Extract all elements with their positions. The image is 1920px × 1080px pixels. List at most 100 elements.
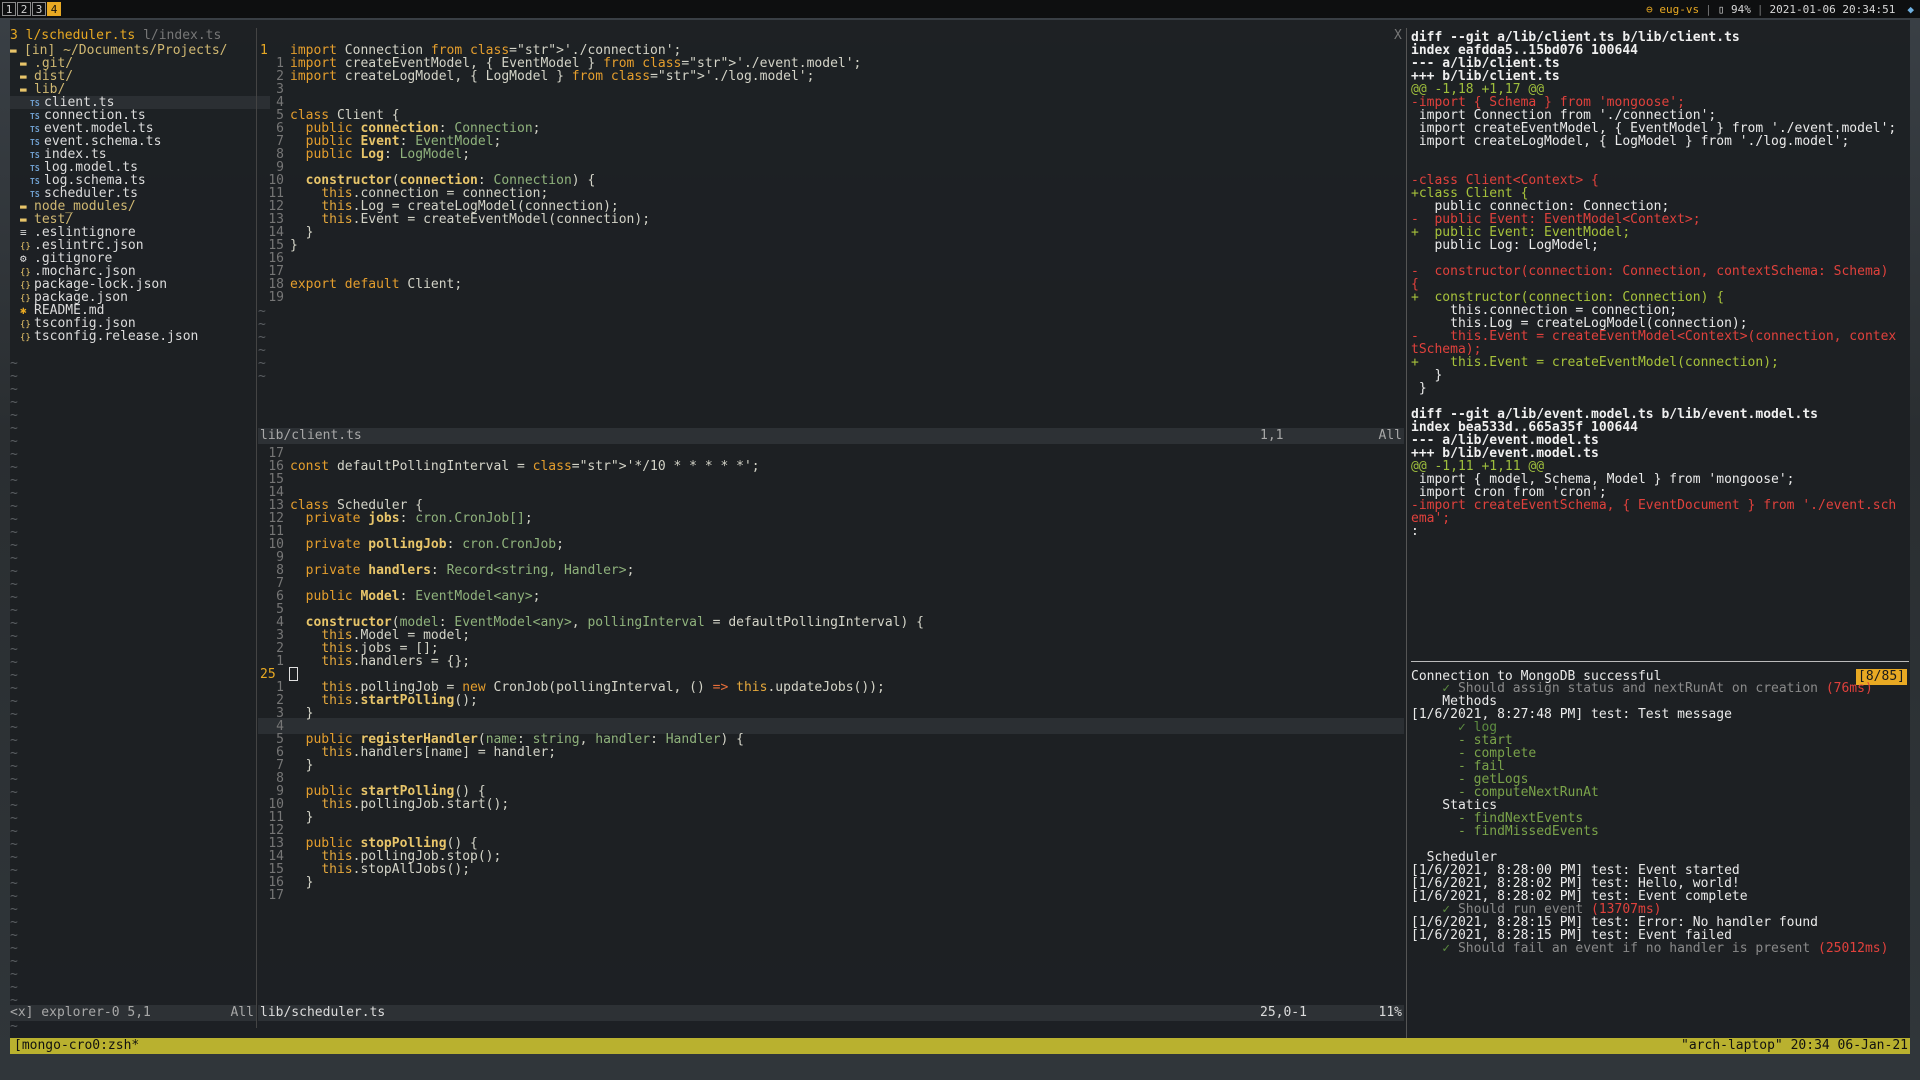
code-line[interactable]: 17 bbox=[258, 889, 290, 902]
code-line[interactable]: 3 } bbox=[258, 707, 313, 720]
code-line[interactable]: 3 bbox=[258, 83, 290, 96]
workspace-switcher: 1234 bbox=[1, 2, 61, 16]
code-line[interactable]: 7 } bbox=[258, 759, 313, 772]
test-duration: (25012ms) bbox=[1818, 941, 1889, 956]
code-text: } bbox=[290, 810, 314, 825]
code-text: this.startPolling(); bbox=[321, 693, 478, 708]
diff-line: } bbox=[1411, 381, 1427, 396]
text-file-icon: ≡ bbox=[20, 226, 27, 239]
code-text: private handlers: Record<string, Handler… bbox=[305, 563, 635, 578]
folder-open-icon: ▬ bbox=[10, 44, 17, 57]
tray-icon[interactable]: ◆ bbox=[1901, 3, 1920, 16]
code-text: } bbox=[290, 238, 298, 253]
workspace-1[interactable]: 1 bbox=[2, 2, 16, 16]
code-text: public Log: LogModel; bbox=[305, 147, 471, 162]
test-line-text: - findMissedEvents bbox=[1411, 824, 1599, 839]
file-explorer[interactable]: ▬ [in] ~/Documents/Projects/▬ .git/▬ dist/▬… bbox=[10, 28, 270, 1034]
test-name: Should fail an event if no handler is pr… bbox=[1450, 941, 1818, 956]
code-text: this.pollingJob.start(); bbox=[321, 797, 510, 812]
code-text: this.Event = createEventModel(connection… bbox=[321, 212, 651, 227]
diff-line: - this.Event = createEventModel<Context>… bbox=[1411, 329, 1897, 344]
top-status-bar: 1234 ⊖ eug-vs | ▯ 94% | 2021-01-06 20:34… bbox=[0, 0, 1920, 18]
test-output-line: - findMissedEvents bbox=[1411, 825, 1599, 838]
code-line[interactable]: 9 bbox=[258, 551, 290, 564]
code-line[interactable]: 8 private handlers: Record<string, Handl… bbox=[258, 564, 634, 577]
status-explorer-pct: All bbox=[230, 1005, 254, 1020]
line-number: 17 bbox=[268, 888, 284, 903]
status-explorer-label: <x] explorer-0 5,1 bbox=[10, 1005, 151, 1020]
pane-divider[interactable] bbox=[1406, 28, 1407, 1038]
empty-line-marker: ~ bbox=[10, 1019, 18, 1034]
folder-icon: ▬ bbox=[20, 213, 27, 226]
diff-line: + this.Event = createEventModel(connecti… bbox=[1411, 355, 1779, 370]
status-position: 25,0-1 bbox=[1260, 1005, 1307, 1020]
code-line[interactable]: 4 bbox=[258, 720, 290, 733]
code-line[interactable]: 6 public Model: EventModel<any>; bbox=[258, 590, 540, 603]
status-line-client: lib/client.ts 1,1 All bbox=[258, 428, 1404, 444]
status-filename: lib/scheduler.ts bbox=[260, 1005, 386, 1020]
code-line[interactable]: 14 } bbox=[258, 226, 313, 239]
json-file-icon: {} bbox=[20, 333, 31, 343]
code-text: } bbox=[290, 758, 314, 773]
code-text: private pollingJob: cron.CronJob; bbox=[305, 537, 564, 552]
code-line[interactable]: 10 private pollingJob: cron.CronJob; bbox=[258, 538, 564, 551]
status-percent: All bbox=[1378, 428, 1402, 443]
host-indicator: ⊖ eug-vs bbox=[1646, 2, 1700, 16]
clock: 2021-01-06 20:34:51 bbox=[1769, 2, 1896, 16]
code-line[interactable]: 7 bbox=[258, 577, 290, 590]
code-line[interactable]: 4 bbox=[258, 96, 290, 109]
status-position: 1,1 bbox=[1260, 428, 1284, 443]
code-line[interactable]: 5 bbox=[258, 603, 290, 616]
diff-line: : bbox=[1411, 524, 1419, 539]
git-icon: ⚙ bbox=[20, 252, 27, 265]
divider: | bbox=[1756, 2, 1764, 16]
code-text: } bbox=[290, 706, 314, 721]
code-line[interactable]: 8 bbox=[258, 772, 290, 785]
code-line[interactable]: 12 private jobs: cron.CronJob[]; bbox=[258, 511, 533, 526]
diff-line: - constructor(connection: Connection, co… bbox=[1411, 264, 1889, 279]
system-tray: ⊖ eug-vs | ▯ 94% | 2021-01-06 20:34:51 ◆ bbox=[1640, 0, 1920, 18]
code-text: } bbox=[290, 875, 314, 890]
explorer-item[interactable]: {} tsconfig.release.json bbox=[10, 330, 260, 343]
folder-icon: ▬ bbox=[20, 200, 27, 213]
code-line[interactable]: 2 import createLogModel, { LogModel } fro… bbox=[258, 70, 814, 83]
code-text: this.handlers[name] = handler; bbox=[321, 745, 557, 760]
workspace-2[interactable]: 2 bbox=[17, 2, 31, 16]
markdown-icon: ✱ bbox=[20, 304, 27, 317]
status-line-explorer: <x] explorer-0 5,1 All bbox=[10, 1005, 256, 1021]
folder-icon: ▬ bbox=[20, 57, 27, 70]
diff-line: import createLogModel, { LogModel } from… bbox=[1411, 134, 1850, 149]
status-percent: 11% bbox=[1378, 1005, 1402, 1020]
folder-icon: ▬ bbox=[20, 70, 27, 83]
explorer-item-label: tsconfig.release.json bbox=[34, 329, 199, 344]
battery-indicator: ▯ 94% bbox=[1717, 2, 1751, 16]
tmux-host-clock: "arch-laptop" 20:34 06-Jan-21 bbox=[1681, 1038, 1908, 1053]
code-text: this.handlers = {}; bbox=[321, 654, 471, 669]
status-filename: lib/client.ts bbox=[260, 428, 362, 443]
empty-line-marker: ~ bbox=[258, 369, 266, 384]
test-name: Should assign status and nextRunAt on cr… bbox=[1450, 681, 1826, 696]
code-line[interactable]: 16 const defaultPollingInterval = class="… bbox=[258, 459, 760, 474]
code-line[interactable]: 18 export default Client; bbox=[258, 278, 462, 291]
workspace-4[interactable]: 4 bbox=[47, 2, 61, 16]
tmux-session[interactable]: [mongo-cro0:zsh* bbox=[10, 1038, 139, 1053]
tab-close-button[interactable]: X bbox=[1394, 28, 1402, 44]
folder-open-icon: ▬ bbox=[20, 83, 27, 96]
divider: | bbox=[1705, 2, 1712, 16]
code-text: const defaultPollingInterval = class="st… bbox=[290, 459, 760, 474]
code-text: private jobs: cron.CronJob[]; bbox=[305, 511, 533, 526]
pane-divider-horizontal[interactable] bbox=[1411, 661, 1909, 662]
check-icon: ✓ bbox=[1411, 941, 1451, 956]
code-line[interactable]: 8 public Log: LogModel; bbox=[258, 148, 470, 161]
code-text: import createLogModel, { LogModel } from… bbox=[290, 69, 815, 84]
test-output-line: ✓ Should fail an event if no handler is … bbox=[1411, 942, 1888, 955]
tmux-status-bar: [mongo-cro0:zsh* "arch-laptop" 20:34 06-… bbox=[10, 1038, 1910, 1054]
code-line[interactable]: 13 this.Event = createEventModel(connect… bbox=[258, 213, 650, 226]
code-line[interactable]: 19 bbox=[258, 291, 290, 304]
workspace-3[interactable]: 3 bbox=[32, 2, 46, 16]
code-line[interactable]: 11 } bbox=[258, 811, 313, 824]
code-line[interactable]: 16 } bbox=[258, 876, 313, 889]
window-split bbox=[256, 28, 257, 1028]
line-number: 19 bbox=[268, 290, 284, 305]
code-text: this.stopAllJobs(); bbox=[321, 862, 471, 877]
